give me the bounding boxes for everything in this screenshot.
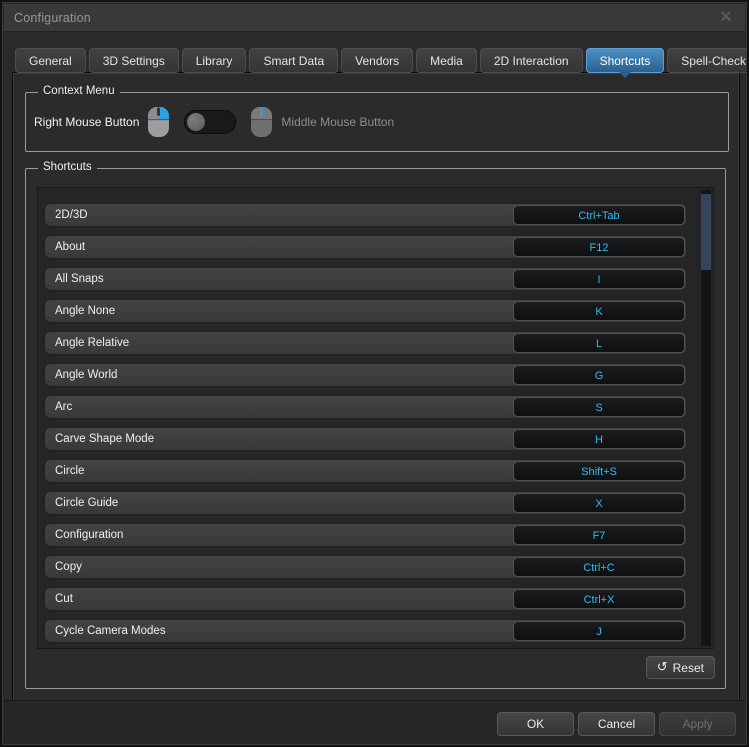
shortcut-key-button[interactable]: L <box>513 333 685 353</box>
shortcut-key-button[interactable]: X <box>513 493 685 513</box>
shortcut-action-label: Cycle Camera Modes <box>55 625 166 637</box>
tab-label: Smart Data <box>263 54 324 68</box>
reset-icon: ↺ <box>657 660 668 673</box>
shortcut-action-label: Configuration <box>55 529 123 541</box>
tab-vendors[interactable]: Vendors <box>341 48 413 73</box>
shortcut-row: All Snaps I <box>44 267 687 291</box>
footer-buttons: OK Cancel Apply <box>497 712 736 736</box>
reset-button-label: Reset <box>673 661 704 675</box>
shortcut-key-button[interactable]: S <box>513 397 685 417</box>
toggle-knob <box>187 113 205 131</box>
shortcut-key-button[interactable]: J <box>513 621 685 641</box>
shortcut-key-button[interactable]: Ctrl+Tab <box>513 205 685 225</box>
shortcut-row: Circle Shift+S <box>44 459 687 483</box>
shortcut-key-button[interactable]: H <box>513 429 685 449</box>
tab-media[interactable]: Media <box>416 48 477 73</box>
right-mouse-button-label: Right Mouse Button <box>34 115 139 129</box>
shortcut-row: Angle Relative L <box>44 331 687 355</box>
tab-label: Shortcuts <box>600 54 651 68</box>
window-title: Configuration <box>14 11 91 25</box>
middle-mouse-button-label: Middle Mouse Button <box>281 115 394 129</box>
shortcuts-list: 2D/3D Ctrl+Tab About F12 All Snaps I Ang… <box>37 187 714 649</box>
footer-bar: OK Cancel Apply <box>4 700 745 743</box>
content-panel: Context Menu Right Mouse Button <box>12 72 740 702</box>
reset-row: ↺ Reset <box>646 656 715 679</box>
apply-button[interactable]: Apply <box>659 712 736 736</box>
tab-label: Vendors <box>355 54 399 68</box>
shortcut-action-label: Angle World <box>55 369 117 381</box>
configuration-dialog: Configuration ✕ General 3D Settings Librar… <box>0 0 749 747</box>
shortcut-action-label: Carve Shape Mode <box>55 433 154 445</box>
context-menu-toggle[interactable] <box>184 110 236 134</box>
shortcut-row: Copy Ctrl+C <box>44 555 687 579</box>
shortcut-row: Angle None K <box>44 299 687 323</box>
shortcut-row: Arc S <box>44 395 687 419</box>
shortcut-action-label: Angle Relative <box>55 337 129 349</box>
shortcut-key-button[interactable]: G <box>513 365 685 385</box>
right-mouse-button-icon <box>147 106 170 138</box>
shortcut-row: Carve Shape Mode H <box>44 427 687 451</box>
tab-library[interactable]: Library <box>182 48 247 73</box>
shortcut-key-button[interactable]: F7 <box>513 525 685 545</box>
shortcut-key-button[interactable]: Ctrl+X <box>513 589 685 609</box>
shortcut-key-button[interactable]: Ctrl+C <box>513 557 685 577</box>
tab-label: General <box>29 54 72 68</box>
shortcut-key-button[interactable]: F12 <box>513 237 685 257</box>
shortcut-action-label: Arc <box>55 401 72 413</box>
tab-general[interactable]: General <box>15 48 86 73</box>
close-icon[interactable]: ✕ <box>717 9 735 27</box>
shortcut-action-label: All Snaps <box>55 273 104 285</box>
context-menu-row: Right Mouse Button <box>34 93 720 151</box>
tab-2d-interaction[interactable]: 2D Interaction <box>480 48 583 73</box>
shortcut-action-label: Cut <box>55 593 73 605</box>
title-bar: Configuration ✕ <box>4 4 745 32</box>
shortcut-row: Circle Guide X <box>44 491 687 515</box>
tab-label: Media <box>430 54 463 68</box>
scrollbar-track[interactable] <box>701 190 711 646</box>
shortcut-action-label: Angle None <box>55 305 115 317</box>
ok-button[interactable]: OK <box>497 712 574 736</box>
shortcut-row: Configuration F7 <box>44 523 687 547</box>
shortcut-key-button[interactable]: K <box>513 301 685 321</box>
shortcut-action-label: Circle <box>55 465 84 477</box>
scrollbar-thumb[interactable] <box>701 194 711 270</box>
shortcut-key-button[interactable]: I <box>513 269 685 289</box>
shortcut-action-label: About <box>55 241 85 253</box>
tab-spell-check[interactable]: Spell-Check <box>667 48 749 73</box>
tab-shortcuts[interactable]: Shortcuts <box>586 48 665 73</box>
shortcut-key-button[interactable]: Shift+S <box>513 461 685 481</box>
shortcut-action-label: 2D/3D <box>55 209 88 221</box>
shortcuts-group: Shortcuts 2D/3D Ctrl+Tab About F12 All S… <box>25 168 726 689</box>
tab-bar: General 3D Settings Library Smart Data Vendo… <box>15 47 734 73</box>
shortcut-row: 2D/3D Ctrl+Tab <box>44 203 687 227</box>
tab-label: 3D Settings <box>103 54 165 68</box>
context-menu-group: Context Menu Right Mouse Button <box>25 92 729 152</box>
shortcut-action-label: Copy <box>55 561 82 573</box>
tab-label: 2D Interaction <box>494 54 569 68</box>
shortcut-row: Cut Ctrl+X <box>44 587 687 611</box>
cancel-button[interactable]: Cancel <box>578 712 655 736</box>
tab-3d-settings[interactable]: 3D Settings <box>89 48 179 73</box>
shortcut-row: About F12 <box>44 235 687 259</box>
tab-smart-data[interactable]: Smart Data <box>249 48 338 73</box>
reset-button[interactable]: ↺ Reset <box>646 656 715 679</box>
shortcut-row: Angle World G <box>44 363 687 387</box>
tab-label: Library <box>196 54 233 68</box>
shortcut-row: Cycle Camera Modes J <box>44 619 687 643</box>
shortcuts-group-label: Shortcuts <box>38 161 97 173</box>
shortcut-rows-container: 2D/3D Ctrl+Tab About F12 All Snaps I Ang… <box>44 203 687 649</box>
shortcut-action-label: Circle Guide <box>55 497 118 509</box>
tab-label: Spell-Check <box>681 54 746 68</box>
middle-mouse-button-icon <box>250 106 273 138</box>
